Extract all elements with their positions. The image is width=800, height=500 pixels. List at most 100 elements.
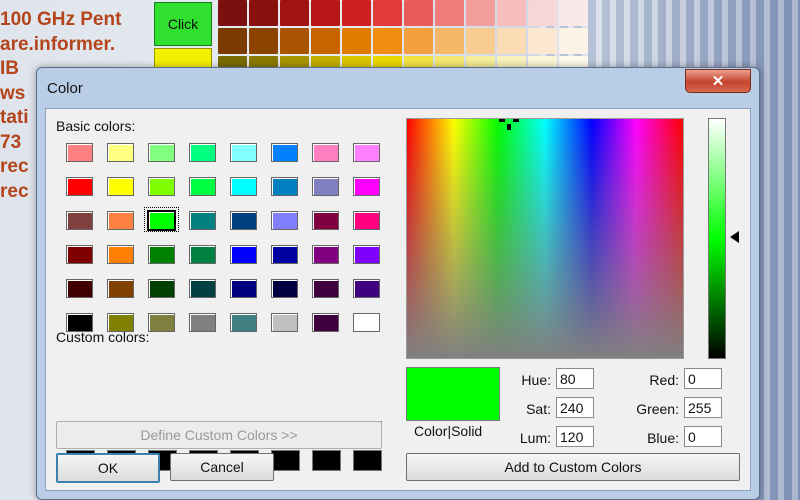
basic-color-swatch[interactable] [228,209,259,230]
basic-color-swatch[interactable] [146,277,177,298]
custom-color-swatch[interactable] [312,450,341,471]
basic-color-swatch[interactable] [105,175,136,196]
basic-color-swatch[interactable] [64,277,95,298]
swatch-fill [353,313,380,332]
basic-color-swatch[interactable] [269,243,300,264]
swatch-fill [189,279,216,298]
luminance-arrow-icon[interactable] [730,231,739,243]
basic-color-swatch[interactable] [64,141,95,162]
ok-button[interactable]: OK [56,453,160,483]
swatch-fill [312,245,339,264]
swatch-fill [148,279,175,298]
basic-color-swatch[interactable] [269,277,300,298]
swatch-fill [271,279,298,298]
custom-color-swatch[interactable] [271,450,300,471]
basic-color-swatch[interactable] [310,277,341,298]
swatch-fill [271,177,298,196]
basic-color-swatch[interactable] [351,175,382,196]
color-spectrum-picker[interactable] [406,118,684,359]
basic-color-swatch[interactable] [105,243,136,264]
basic-color-swatch[interactable] [228,141,259,162]
background-grid-cell [559,28,588,54]
swatch-fill [230,177,257,196]
swatch-fill [148,313,175,332]
basic-color-swatch[interactable] [310,175,341,196]
basic-color-swatch[interactable] [351,243,382,264]
basic-color-swatch[interactable] [146,141,177,162]
swatch-fill [312,211,339,230]
luminance-slider[interactable] [708,118,726,359]
swatch-fill [230,313,257,332]
background-grid-cell [497,0,526,26]
lum-label: Lum: [519,430,551,446]
basic-color-swatch[interactable] [105,277,136,298]
basic-color-swatch[interactable] [146,175,177,196]
basic-color-swatch[interactable] [187,243,218,264]
basic-colors-grid [64,141,382,332]
basic-color-swatch[interactable] [351,311,382,332]
background-grid-cell [342,0,371,26]
dialog-titlebar[interactable]: Color ✕ [37,68,759,108]
swatch-fill [230,279,257,298]
background-grid-cell [466,28,495,54]
basic-color-swatch[interactable] [269,311,300,332]
background-grid-cell [373,28,402,54]
basic-color-swatch[interactable] [64,175,95,196]
swatch-fill [230,143,257,162]
basic-color-swatch[interactable] [310,209,341,230]
swatch-fill [148,143,175,162]
background-grid-cell [249,0,278,26]
cancel-button[interactable]: Cancel [170,453,274,481]
green-label: Green: [636,401,679,417]
basic-color-swatch[interactable] [228,311,259,332]
basic-color-swatch[interactable] [64,209,95,230]
sat-field[interactable] [556,397,594,418]
basic-color-swatch[interactable] [310,311,341,332]
basic-color-swatch[interactable] [105,209,136,230]
basic-color-swatch[interactable] [310,243,341,264]
background-grid-cell [435,0,464,26]
basic-color-swatch[interactable] [105,141,136,162]
basic-color-swatch[interactable] [187,209,218,230]
define-custom-colors-button[interactable]: Define Custom Colors >> [56,421,382,449]
basic-color-swatch[interactable] [351,209,382,230]
swatch-fill [271,245,298,264]
basic-color-swatch[interactable] [146,311,177,332]
close-icon: ✕ [711,73,725,90]
blue-field[interactable] [684,426,722,447]
basic-color-swatch[interactable] [269,175,300,196]
custom-color-swatch[interactable] [353,450,382,471]
basic-color-swatch[interactable] [187,277,218,298]
basic-color-swatch[interactable] [187,141,218,162]
color-dialog: Color ✕ Basic colors: Custom colors: Def… [36,67,760,500]
lum-field[interactable] [556,426,594,447]
swatch-fill [353,143,380,162]
basic-color-swatch[interactable] [269,209,300,230]
background-grid-cell [404,0,433,26]
basic-color-swatch[interactable] [269,141,300,162]
basic-color-swatch[interactable] [351,277,382,298]
basic-color-swatch[interactable] [228,243,259,264]
red-field[interactable] [684,368,722,389]
basic-color-swatch[interactable] [351,141,382,162]
background-grid-cell [528,0,557,26]
basic-color-swatch[interactable] [64,243,95,264]
basic-color-swatch[interactable] [187,311,218,332]
basic-color-swatch[interactable] [146,243,177,264]
background-grid-cell [342,28,371,54]
background-click-button[interactable]: Click [154,2,212,46]
add-to-custom-colors-button[interactable]: Add to Custom Colors [406,453,740,481]
swatch-fill [312,313,339,332]
background-grid-cell [218,28,247,54]
basic-color-swatch[interactable] [310,141,341,162]
basic-color-swatch[interactable] [228,175,259,196]
basic-color-swatch[interactable] [144,207,179,232]
basic-color-swatch[interactable] [187,175,218,196]
swatch-fill [271,313,298,332]
color-solid-preview [406,367,500,421]
background-grid-cell [311,28,340,54]
close-button[interactable]: ✕ [685,69,751,93]
hue-field[interactable] [556,368,594,389]
green-field[interactable] [684,397,722,418]
basic-color-swatch[interactable] [228,277,259,298]
